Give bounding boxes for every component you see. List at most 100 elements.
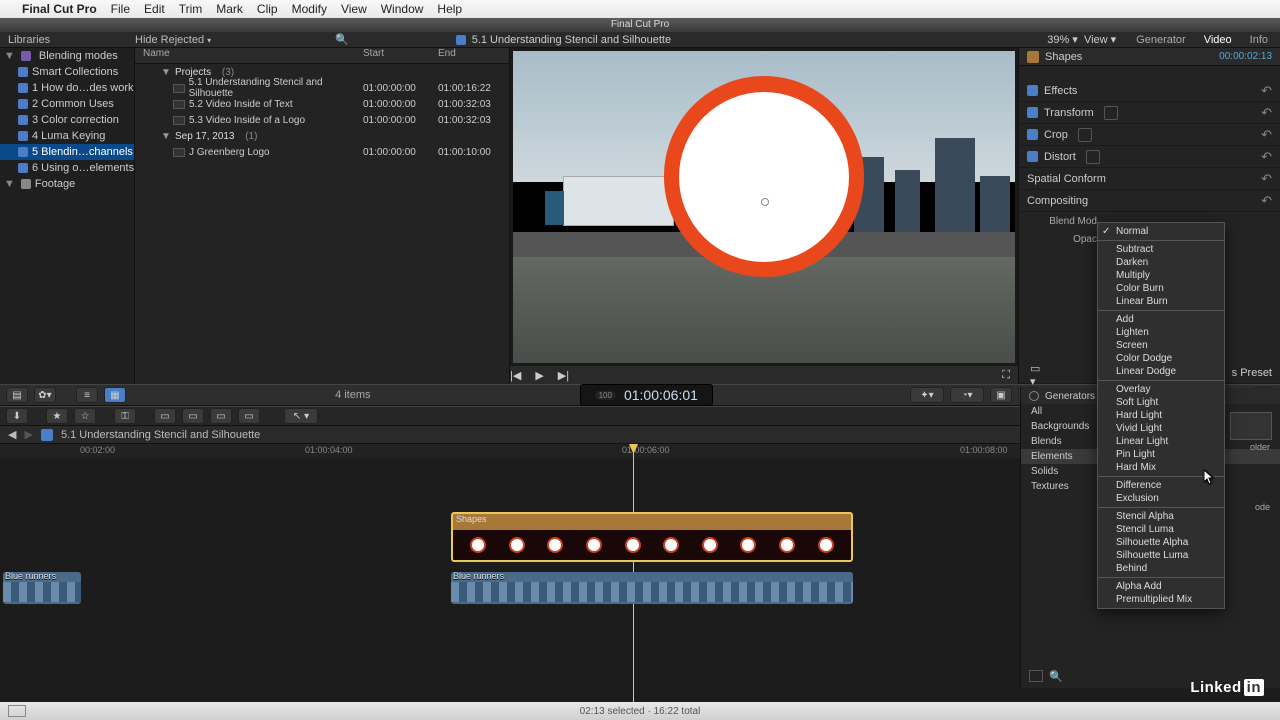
viewer-zoom[interactable]: 39% ▾ View ▾ <box>1047 33 1124 46</box>
blend-option[interactable]: Linear Dodge <box>1098 365 1224 378</box>
menu-file[interactable]: File <box>111 2 130 16</box>
fullscreen-icon[interactable]: ⛶ <box>1002 369 1010 382</box>
blend-option[interactable]: Screen <box>1098 339 1224 352</box>
clip-blue-runners[interactable]: Blue runners <box>451 572 853 604</box>
clip-blue-runners[interactable]: Blue runners <box>3 572 81 604</box>
col-end[interactable]: End <box>438 48 508 63</box>
menu-edit[interactable]: Edit <box>144 2 165 16</box>
section-effects[interactable]: Effects↶ <box>1019 80 1280 102</box>
blend-option[interactable]: Silhouette Luma <box>1098 549 1224 562</box>
clip-appearance-icon[interactable]: ▤ <box>6 387 28 403</box>
blend-option[interactable]: Alpha Add <box>1098 580 1224 593</box>
browser-row[interactable]: 5.2 Video Inside of Text01:00:00:0001:00… <box>135 96 509 112</box>
sidebar-item[interactable]: 2 Common Uses <box>0 96 134 112</box>
sidebar-item-selected[interactable]: 5 Blendin…channels <box>0 144 134 160</box>
tab-video[interactable]: Video <box>1204 34 1232 46</box>
search-icon[interactable]: 🔍 <box>1049 670 1063 683</box>
reset-icon[interactable]: ↶ <box>1261 149 1272 165</box>
menu-window[interactable]: Window <box>381 2 424 16</box>
browser-row[interactable]: J Greenberg Logo01:00:00:0001:00:10:00 <box>135 144 509 160</box>
menu-trim[interactable]: Trim <box>179 2 203 16</box>
blend-option[interactable]: Color Burn <box>1098 282 1224 295</box>
blend-option[interactable]: Multiply <box>1098 269 1224 282</box>
list-view-icon[interactable]: ≡ <box>76 387 98 403</box>
blend-option[interactable]: Color Dodge <box>1098 352 1224 365</box>
blend-option[interactable]: Soft Light <box>1098 396 1224 409</box>
menu-clip[interactable]: Clip <box>257 2 278 16</box>
blend-option[interactable]: Stencil Alpha <box>1098 510 1224 523</box>
enhance-icon[interactable]: ▣ <box>990 387 1012 403</box>
blend-option[interactable]: Exclusion <box>1098 492 1224 505</box>
key-icon[interactable]: ⚿ <box>114 408 136 424</box>
insert-icon[interactable]: ▭ <box>182 408 204 424</box>
section-compositing[interactable]: Compositing↶ <box>1019 190 1280 212</box>
generator-thumb[interactable] <box>1230 412 1272 440</box>
checkbox-icon[interactable] <box>1027 129 1038 140</box>
blend-option[interactable]: Subtract <box>1098 243 1224 256</box>
section-spatial[interactable]: Spatial Conform↶ <box>1019 168 1280 190</box>
dashboard-icon[interactable] <box>8 705 26 717</box>
checkbox-icon[interactable] <box>1027 151 1038 162</box>
checkbox-icon[interactable] <box>1027 85 1038 96</box>
menu-view[interactable]: View <box>341 2 367 16</box>
section-transform[interactable]: Transform↶ <box>1019 102 1280 124</box>
crop-tool-icon[interactable]: ▭ ▾ <box>1030 362 1040 388</box>
reset-icon[interactable]: ↶ <box>1261 105 1272 121</box>
blend-option[interactable]: Linear Light <box>1098 435 1224 448</box>
overwrite-icon[interactable]: ▭ <box>238 408 260 424</box>
blend-option[interactable]: Stencil Luma <box>1098 523 1224 536</box>
keyword-icon[interactable]: ★ <box>46 408 68 424</box>
section-crop[interactable]: Crop↶ <box>1019 124 1280 146</box>
blend-option[interactable]: Silhouette Alpha <box>1098 536 1224 549</box>
search-icon[interactable]: 🔍 <box>335 33 349 46</box>
menu-modify[interactable]: Modify <box>292 2 327 16</box>
timecode-display[interactable]: 100 01:00:06:01 <box>580 384 713 406</box>
blend-option[interactable]: Vivid Light <box>1098 422 1224 435</box>
blend-option[interactable]: Overlay <box>1098 383 1224 396</box>
show-icon[interactable] <box>1086 150 1100 164</box>
sidebar-root[interactable]: ▼Blending modes <box>0 48 134 64</box>
blend-option[interactable]: Hard Light <box>1098 409 1224 422</box>
reset-icon[interactable]: ↶ <box>1261 171 1272 187</box>
anchor-point-icon[interactable] <box>761 198 769 206</box>
connect-icon[interactable]: ▭ <box>154 408 176 424</box>
append-icon[interactable]: ▭ <box>210 408 232 424</box>
retime-icon[interactable]: ◔▾ <box>950 387 984 403</box>
viewer-canvas[interactable] <box>513 51 1015 363</box>
back-icon[interactable]: ◀ <box>8 428 16 441</box>
next-frame-icon[interactable]: ▶| <box>558 369 569 382</box>
sidebar-item[interactable]: Smart Collections <box>0 64 134 80</box>
app-name[interactable]: Final Cut Pro <box>22 2 97 16</box>
section-distort[interactable]: Distort↶ <box>1019 146 1280 168</box>
forward-icon[interactable]: ▶ <box>24 428 32 441</box>
sidebar-item[interactable]: 1 How do…des work <box>0 80 134 96</box>
browser-group-date[interactable]: ▼Sep 17, 2013 (1) <box>135 128 509 144</box>
blend-option[interactable]: Premultiplied Mix <box>1098 593 1224 606</box>
col-name[interactable]: Name <box>143 48 363 63</box>
prev-frame-icon[interactable]: |◀ <box>510 369 521 382</box>
blend-option[interactable]: Lighten <box>1098 326 1224 339</box>
checkbox-icon[interactable] <box>1027 107 1038 118</box>
blend-option[interactable]: Linear Burn <box>1098 295 1224 308</box>
hide-rejected-dropdown[interactable]: Hide Rejected ▾ <box>135 34 335 46</box>
arrow-tool-icon[interactable]: ↖ ▾ <box>284 408 318 424</box>
sidebar-item[interactable]: 6 Using o…elements <box>0 160 134 176</box>
browser-row[interactable]: 5.3 Video Inside of a Logo01:00:00:0001:… <box>135 112 509 128</box>
sidebar-item[interactable]: 4 Luma Keying <box>0 128 134 144</box>
clip-shapes[interactable]: Shapes <box>451 512 853 562</box>
blend-option[interactable]: Behind <box>1098 562 1224 575</box>
menu-help[interactable]: Help <box>437 2 462 16</box>
filmstrip-view-icon[interactable]: ▦ <box>104 387 126 403</box>
col-start[interactable]: Start <box>363 48 438 63</box>
sidebar-item[interactable]: 3 Color correction <box>0 112 134 128</box>
import-icon[interactable]: ⬇ <box>6 408 28 424</box>
blend-option[interactable]: Pin Light <box>1098 448 1224 461</box>
play-icon[interactable]: ▶ <box>535 369 543 382</box>
blend-option[interactable]: Darken <box>1098 256 1224 269</box>
blend-mode-menu[interactable]: Normal Subtract Darken Multiply Color Bu… <box>1097 222 1225 609</box>
reset-icon[interactable]: ↶ <box>1261 83 1272 99</box>
gear-icon[interactable]: ✿▾ <box>34 387 56 403</box>
keyword-icon[interactable]: ☆ <box>74 408 96 424</box>
sidebar-footage[interactable]: ▼Footage <box>0 176 134 192</box>
grid-icon[interactable] <box>1029 670 1043 682</box>
